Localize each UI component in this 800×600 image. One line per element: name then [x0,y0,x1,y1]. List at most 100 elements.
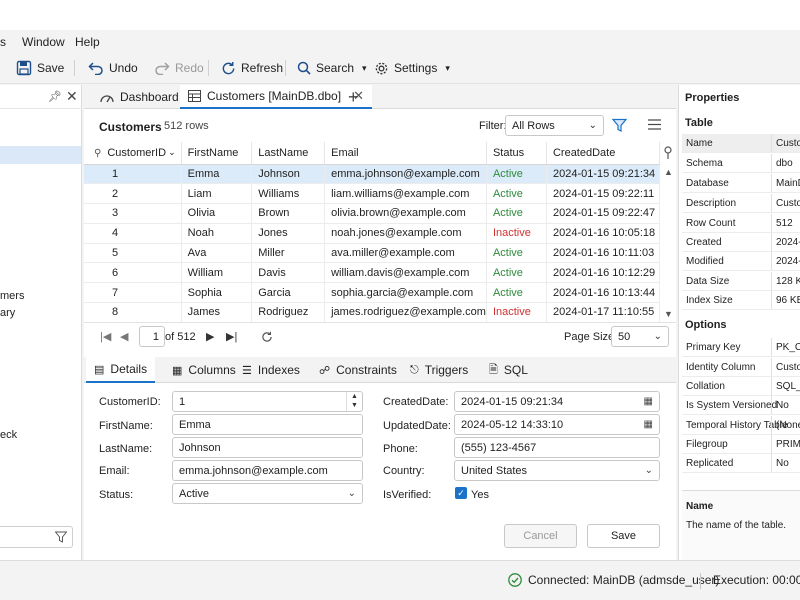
cell-created[interactable]: 2024-01-16 10:13:44 [546,282,661,304]
cell-created[interactable]: 2024-01-16 10:12:29 [546,262,661,284]
cell-firstname[interactable]: Noah [181,223,253,244]
cell-lastname[interactable]: Brown [251,203,326,224]
cell-email[interactable]: liam.williams@example.com [324,183,487,205]
cell-status[interactable]: Active [486,164,547,185]
cell-created[interactable]: 2024-01-16 10:05:18 [546,223,661,244]
property-row[interactable]: Database MainDB [682,174,800,193]
key-icon[interactable] [662,146,674,160]
property-row[interactable]: Is System Versioned No [682,396,800,415]
add-tab-button[interactable]: + [348,87,359,108]
cell-email[interactable]: noah.jones@example.com [324,223,487,244]
cell-id[interactable]: 2 [84,183,182,205]
cell-lastname[interactable]: Davis [251,262,326,284]
cell-firstname[interactable]: Ava [181,243,253,264]
column-header-createddate[interactable]: CreatedDate [546,142,661,165]
calendar-icon[interactable]: ▦ [644,396,653,407]
tab-details[interactable]: ▤ Details [86,357,156,383]
property-row[interactable]: Collation SQL_Lat [682,377,800,396]
tab-columns[interactable]: ▦ Columns [164,357,244,383]
pin-icon[interactable]: 📌︎ [48,90,62,103]
lastname-field[interactable]: Johnson [172,437,363,458]
grid-scrollbar[interactable]: ▲ ▼ [662,165,674,323]
scroll-up-icon[interactable]: ▲ [664,167,673,177]
cell-created[interactable]: 2024-01-15 09:21:34 [546,164,661,185]
property-row[interactable]: Index Size 96 KB [682,291,800,310]
cell-lastname[interactable]: Williams [251,183,326,205]
table-row[interactable]: 7 Sophia Garcia sophia.garcia@example.com Ac… [84,282,661,304]
settings-button[interactable]: Settings ▾ [374,58,450,78]
next-page-icon[interactable]: ▶ [206,330,214,343]
tab-triggers[interactable]: ⎋ Triggers [402,357,476,383]
property-row[interactable]: Row Count 512 [682,214,800,233]
cell-email[interactable]: olivia.brown@example.com [324,203,487,224]
first-page-icon[interactable]: |◀ [100,330,111,343]
cell-lastname[interactable]: Garcia [251,282,326,304]
undo-button[interactable]: Undo [88,58,138,78]
createddate-field[interactable]: 2024-01-15 09:21:34 ▦ [454,391,660,412]
cell-id[interactable]: 4 [84,223,182,244]
prev-page-icon[interactable]: ◀ [120,330,128,343]
property-row[interactable]: Replicated No [682,454,800,473]
customerid-field[interactable]: 1 ▲ ▼ [172,391,363,412]
cell-id[interactable]: 5 [84,243,182,264]
close-icon[interactable]: ✕ [66,88,78,105]
spin-buttons[interactable]: ▲ ▼ [346,392,362,411]
redo-button[interactable]: Redo [154,58,204,78]
tree-item-selected[interactable] [0,146,81,164]
page-number-input[interactable]: 1 [139,326,165,347]
menu-item-tools[interactable]: s [0,35,6,49]
cell-firstname[interactable]: Liam [181,183,253,205]
cell-firstname[interactable]: Sophia [181,282,253,304]
table-row[interactable]: 6 William Davis william.davis@example.com Ac… [84,262,661,284]
calendar-icon[interactable]: ▦ [644,419,653,430]
filter-icon[interactable] [612,118,627,133]
cell-firstname[interactable]: William [181,262,253,284]
tree-filter-input[interactable] [0,526,73,548]
cell-created[interactable]: 2024-01-17 11:10:55 [546,302,661,323]
tab-customers[interactable]: Customers [MainDB.dbo] ✕ [180,85,372,109]
last-page-icon[interactable]: ▶| [226,330,237,343]
save-button[interactable]: Save [16,58,64,78]
phone-field[interactable]: (555) 123-4567 [454,437,660,458]
cell-status[interactable]: Active [486,243,547,264]
menu-item-window[interactable]: Window [22,35,65,49]
cell-lastname[interactable]: Rodriguez [251,302,326,323]
cell-id[interactable]: 7 [84,282,182,304]
status-select[interactable]: Active ⌄ [172,483,363,504]
tab-dashboard[interactable]: Dashboard [92,85,187,109]
cell-status[interactable]: Inactive [486,223,547,244]
cell-status[interactable]: Active [486,262,547,284]
table-row[interactable]: 2 Liam Williams liam.williams@example.com Ac… [84,183,661,205]
cell-lastname[interactable]: Johnson [251,164,326,185]
search-button[interactable]: Search ▾ [297,58,367,78]
tab-sql[interactable]: 🗎︎ SQL [481,357,536,383]
page-size-select[interactable]: 50 ⌄ [611,326,669,347]
cell-status[interactable]: Active [486,282,547,304]
table-row[interactable]: 5 Ava Miller ava.miller@example.com Active 20… [84,243,661,264]
cell-lastname[interactable]: Jones [251,223,326,244]
cell-created[interactable]: 2024-01-16 10:11:03 [546,243,661,264]
column-header-lastname[interactable]: LastName [251,142,326,165]
cell-id[interactable]: 1 [84,164,182,185]
cell-firstname[interactable]: James [181,302,253,323]
property-row[interactable]: Primary Key PK_Cust [682,338,800,357]
refresh-button[interactable]: Refresh [221,58,283,78]
list-icon[interactable] [648,119,661,130]
tree-item-customers[interactable]: mers [0,290,24,302]
country-select[interactable]: United States ⌄ [454,460,660,481]
cell-firstname[interactable]: Emma [181,164,253,185]
property-row[interactable]: Filegroup PRIMARY [682,435,800,454]
tab-indexes[interactable]: ☰ Indexes [234,357,308,383]
cell-email[interactable]: sophia.garcia@example.com [324,282,487,304]
column-header-status[interactable]: Status [486,142,547,165]
cell-created[interactable]: 2024-01-15 09:22:47 [546,203,661,224]
firstname-field[interactable]: Emma [172,414,363,435]
column-header-firstname[interactable]: FirstName [181,142,253,165]
email-field[interactable]: emma.johnson@example.com [172,460,363,481]
property-row[interactable]: Name Customers [682,134,800,153]
table-row[interactable]: 8 James Rodriguez james.rodriguez@example.c… [84,302,661,323]
filter-icon[interactable] [55,531,67,543]
property-row[interactable]: Identity Column CustomerID [682,358,800,377]
cell-firstname[interactable]: Olivia [181,203,253,224]
cell-id[interactable]: 8 [84,302,182,323]
